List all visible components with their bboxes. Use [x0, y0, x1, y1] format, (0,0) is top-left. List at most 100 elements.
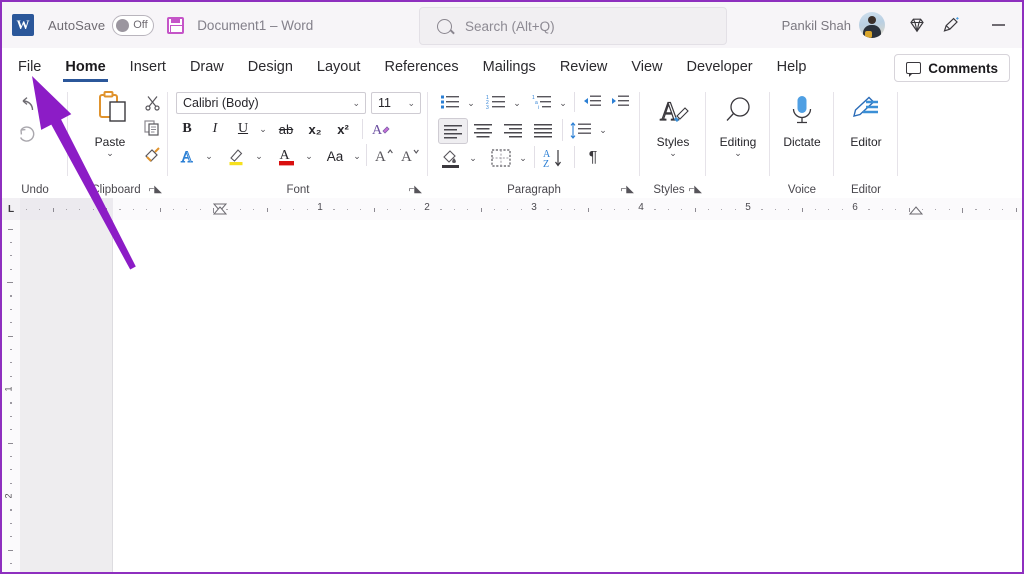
svg-text:A: A [372, 123, 383, 138]
grow-font-icon[interactable]: A [372, 144, 396, 168]
chevron-down-icon[interactable]: ⌄ [708, 148, 768, 159]
document-canvas[interactable] [20, 220, 1022, 572]
ruler-tick [10, 362, 12, 363]
copy-icon[interactable] [140, 116, 164, 140]
redo-arrow-icon[interactable] [12, 120, 42, 150]
styles-dialog-launcher[interactable]: ⌐◣ [688, 184, 702, 195]
tab-review[interactable]: Review [548, 48, 620, 86]
styles-button[interactable]: A Styles ⌄ [643, 94, 703, 159]
font-color-icon[interactable]: A [274, 144, 300, 168]
highlight-chevron-down-icon[interactable]: ⌄ [252, 148, 266, 164]
scissors-icon[interactable] [140, 90, 164, 114]
tab-stop-selector[interactable]: L [2, 198, 20, 220]
change-case-button[interactable]: Aa [322, 144, 348, 168]
tab-insert[interactable]: Insert [118, 48, 178, 86]
paragraph-mark-icon[interactable]: ¶ [580, 146, 606, 170]
underline-button[interactable]: U [232, 118, 254, 140]
ruler-tick [8, 443, 13, 444]
pen-feedback-icon[interactable] [936, 10, 966, 40]
diamond-icon[interactable] [902, 10, 932, 40]
strikethrough-button[interactable]: ab [274, 118, 298, 140]
tab-file[interactable]: File [2, 48, 53, 86]
line-spacing-chevron-down-icon[interactable]: ⌄ [596, 122, 610, 138]
vertical-ruler[interactable]: 12 [2, 220, 20, 572]
tab-design[interactable]: Design [236, 48, 305, 86]
search-box[interactable]: Search (Alt+Q) [419, 7, 727, 45]
ruler-tick [481, 208, 482, 213]
ruler-tick [695, 208, 696, 213]
word-window: W AutoSave Off Document1 – Word Search (… [0, 0, 1024, 574]
clipboard-paste-icon [80, 90, 140, 133]
borders-icon[interactable] [488, 146, 514, 170]
increase-indent-icon[interactable] [608, 91, 632, 113]
ruler-tick [26, 209, 27, 211]
bold-button[interactable]: B [176, 118, 198, 140]
ruler-tick [761, 209, 762, 211]
text-effects-icon[interactable]: A [176, 144, 200, 168]
minimize-button[interactable] [980, 10, 1016, 40]
text-highlight-icon[interactable] [224, 144, 250, 168]
numbering-chevron-down-icon[interactable]: ⌄ [510, 95, 524, 111]
chevron-down-icon[interactable]: ⌄ [643, 148, 703, 159]
borders-chevron-down-icon[interactable]: ⌄ [516, 150, 530, 166]
undo-arrow-icon[interactable] [12, 90, 42, 120]
font-color-chevron-down-icon[interactable]: ⌄ [302, 148, 316, 164]
shrink-font-icon[interactable]: A [398, 144, 422, 168]
tab-help[interactable]: Help [765, 48, 819, 86]
superscript-button[interactable]: x² [332, 118, 354, 140]
chevron-down-icon[interactable]: ⌄ [80, 148, 140, 159]
format-painter-icon[interactable] [140, 142, 164, 166]
decrease-indent-icon[interactable] [580, 91, 604, 113]
save-icon[interactable] [167, 17, 184, 34]
justify-icon[interactable] [530, 118, 556, 142]
paste-button[interactable]: Paste ⌄ [80, 90, 140, 159]
hanging-indent-marker[interactable] [213, 202, 227, 220]
tab-home[interactable]: Home [53, 48, 117, 86]
editing-button[interactable]: Editing ⌄ [708, 94, 768, 159]
dictate-button[interactable]: Dictate [772, 94, 832, 149]
group-label-editor: Editor [834, 184, 898, 196]
ruler-track[interactable]: 123456 [20, 198, 1022, 220]
numbered-list-icon[interactable]: 1 2 3 [484, 91, 508, 113]
multilevel-list-icon[interactable]: 1 a i [530, 91, 554, 113]
align-center-icon[interactable] [470, 118, 496, 142]
subscript-button[interactable]: x₂ [304, 118, 326, 140]
multilevel-chevron-down-icon[interactable]: ⌄ [556, 95, 570, 111]
ruler-tick [10, 402, 12, 403]
page-left-margin [20, 220, 113, 572]
bullets-chevron-down-icon[interactable]: ⌄ [464, 95, 478, 111]
horizontal-ruler[interactable]: L 123456 [2, 198, 1022, 221]
clear-formatting-icon[interactable]: A [368, 118, 394, 140]
comments-button[interactable]: Comments [894, 54, 1010, 82]
underline-chevron-down-icon[interactable]: ⌄ [256, 120, 270, 138]
document-page[interactable] [113, 220, 1022, 572]
italic-button[interactable]: I [204, 118, 226, 140]
text-effects-chevron-down-icon[interactable]: ⌄ [202, 148, 216, 164]
right-indent-marker[interactable] [909, 202, 923, 220]
tab-layout[interactable]: Layout [305, 48, 373, 86]
font-dialog-launcher[interactable]: ⌐◣ [408, 184, 422, 195]
bullet-list-icon[interactable] [438, 91, 462, 113]
ruler-number: 6 [852, 202, 858, 213]
font-name-combo[interactable]: Calibri (Body) ⌄ [176, 92, 366, 114]
align-right-icon[interactable] [500, 118, 526, 142]
ruler-tick [160, 208, 161, 213]
clipboard-dialog-launcher[interactable]: ⌐◣ [148, 184, 162, 195]
chevron-down-icon[interactable]: ⌄ [352, 98, 360, 109]
change-case-chevron-down-icon[interactable]: ⌄ [350, 148, 364, 164]
tab-references[interactable]: References [372, 48, 470, 86]
tab-mailings[interactable]: Mailings [471, 48, 548, 86]
autosave-toggle[interactable]: Off [112, 15, 154, 36]
line-spacing-icon[interactable] [568, 118, 594, 142]
shading-icon[interactable] [438, 146, 464, 170]
editor-button[interactable]: Editor [836, 94, 896, 149]
shading-chevron-down-icon[interactable]: ⌄ [466, 150, 480, 166]
tab-developer[interactable]: Developer [675, 48, 765, 86]
sort-az-icon[interactable]: A Z [540, 146, 568, 170]
align-left-icon[interactable] [438, 118, 468, 144]
tab-draw[interactable]: Draw [178, 48, 236, 86]
chevron-down-icon[interactable]: ⌄ [407, 98, 415, 109]
tab-view[interactable]: View [619, 48, 674, 86]
font-size-combo[interactable]: 11 ⌄ [371, 92, 421, 114]
avatar[interactable] [859, 12, 885, 38]
